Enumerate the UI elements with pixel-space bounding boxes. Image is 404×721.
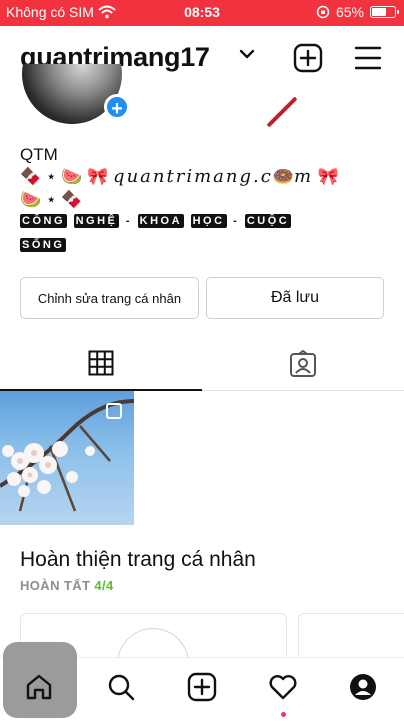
new-post-icon[interactable]: [293, 43, 323, 73]
activity-icon[interactable]: [268, 672, 298, 702]
bio-emoji-suffix: 🎀: [313, 167, 339, 186]
notification-dot: [281, 712, 286, 717]
complete-profile-status: HOÀN TẤT 4/4: [20, 578, 114, 593]
bio-boxed-word: KHOA: [137, 214, 185, 228]
bio-emoji-prefix: 🍫 ⋆ 🍉 🎀: [20, 167, 114, 186]
profile-name: QTM: [20, 145, 58, 164]
search-icon[interactable]: [106, 672, 136, 702]
bottom-navigation: [0, 642, 404, 721]
add-story-button[interactable]: +: [104, 94, 130, 120]
bio-fancy-text-end: m: [293, 166, 314, 187]
menu-icon[interactable]: [354, 45, 382, 71]
tagged-icon[interactable]: [289, 350, 317, 378]
grid-icon[interactable]: [88, 350, 114, 376]
multiple-photos-icon: [106, 403, 122, 419]
bio-boxed-word: HỌC: [190, 214, 227, 228]
create-icon[interactable]: [187, 672, 217, 702]
bio-boxed-line-2: SỐNG: [20, 238, 67, 252]
decorative-stroke: [266, 96, 298, 128]
bio-fancy-text: quantrimang.c: [113, 166, 273, 187]
status-label: HOÀN TẤT: [20, 578, 91, 593]
post-thumbnail[interactable]: [0, 391, 134, 525]
battery-percent: 65%: [335, 4, 364, 20]
battery-fill: [372, 8, 386, 16]
rotation-lock-icon: [316, 5, 330, 19]
progress-count: 4/4: [94, 578, 114, 593]
chevron-down-icon[interactable]: [238, 48, 256, 60]
complete-profile-title: Hoàn thiện trang cá nhân: [20, 548, 256, 571]
edit-profile-button[interactable]: Chỉnh sửa trang cá nhân: [20, 277, 199, 319]
bio-boxed-word: CUỘC: [244, 214, 292, 228]
donut-emoji: 🍩: [272, 167, 294, 186]
status-bar: Không có SIM 08:53 65%: [0, 0, 404, 26]
saved-button[interactable]: Đã lưu: [206, 277, 384, 319]
bio-boxed-word: CÔNG: [20, 214, 67, 228]
bio-separator: -: [233, 215, 240, 227]
bio-boxed-line-1: CÔNG NGHỆ - KHOA HỌC - CUỘC: [20, 214, 292, 228]
profile-tabs: [0, 340, 404, 391]
bio-line-1: 🍫 ⋆ 🍉 🎀 quantrimang.c🍩m 🎀: [20, 166, 339, 187]
home-icon[interactable]: [24, 672, 54, 702]
battery-icon: [370, 6, 399, 18]
bio-boxed-word: SỐNG: [20, 238, 67, 252]
bio-boxed-word: NGHỆ: [73, 214, 120, 228]
status-right: 65%: [316, 4, 399, 20]
bio-separator: -: [125, 215, 133, 227]
bio-line-2: 🍉 ⋆ 🍫: [20, 190, 83, 209]
profile-icon[interactable]: [348, 672, 378, 702]
